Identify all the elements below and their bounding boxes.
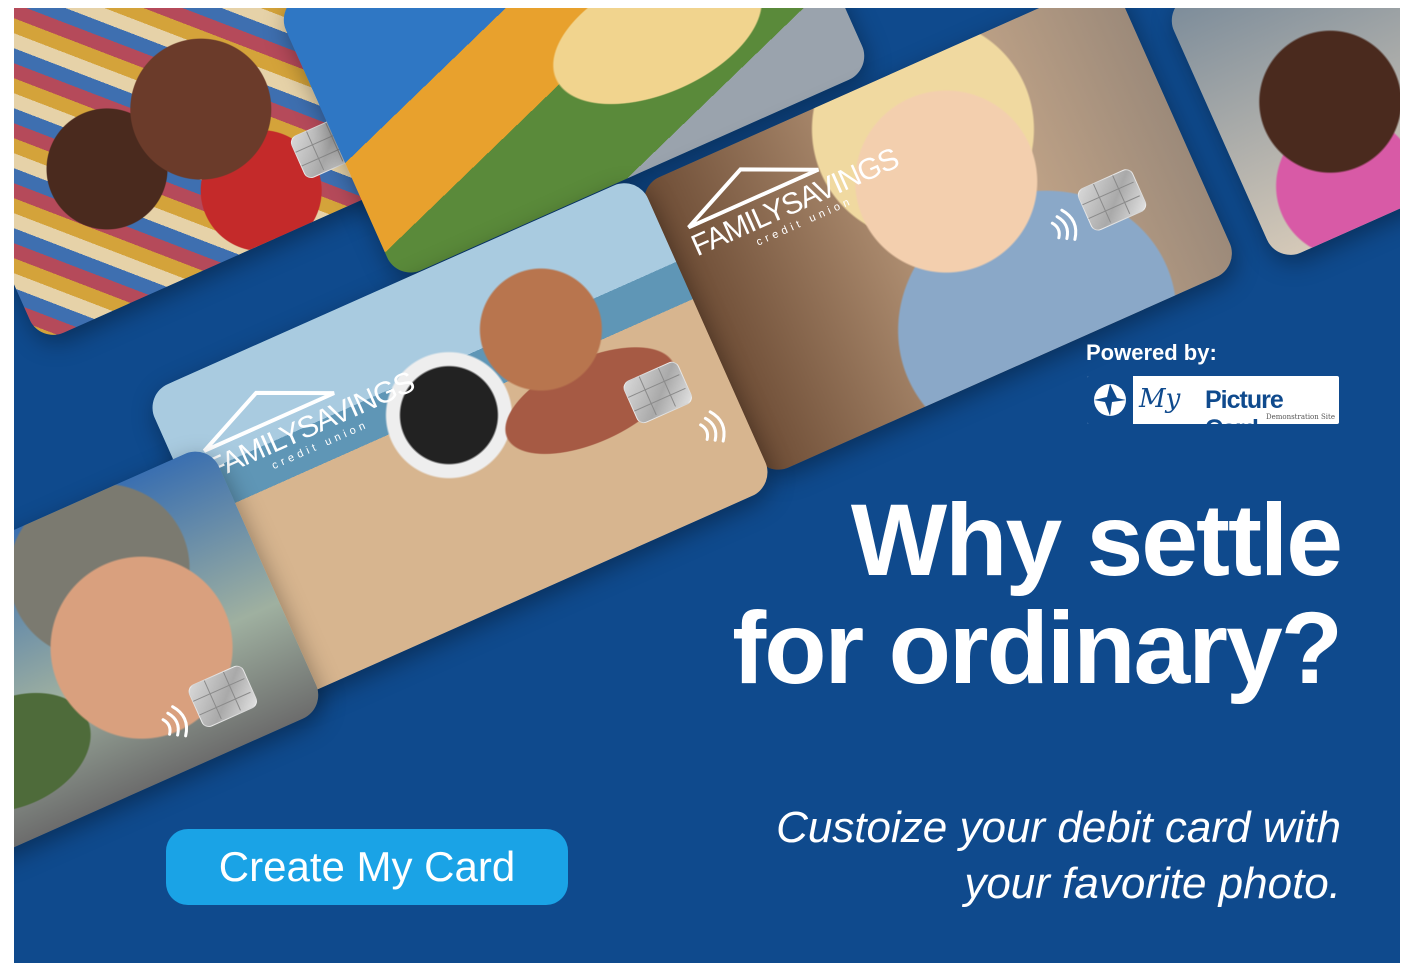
subheadline-line-1: Custoize your debit card with <box>776 803 1341 852</box>
subheadline-line-2: your favorite photo. <box>964 859 1341 908</box>
headline-line-1: Why settle <box>850 483 1343 597</box>
logo-caption: Demonstration Site <box>1265 413 1335 421</box>
logo-script-text: My <box>1139 384 1181 414</box>
headline: Why settle for ordinary? <box>581 483 1343 705</box>
aperture-icon <box>1087 376 1133 424</box>
headline-line-2: for ordinary? <box>732 591 1343 705</box>
subheadline: Custoize your debit card with your favor… <box>581 800 1341 912</box>
powered-by-label: Powered by: <box>1086 340 1217 365</box>
my-picture-card-logo: My Picture Card Demonstration Site <box>1087 376 1339 424</box>
create-my-card-button[interactable]: Create My Card <box>166 829 568 905</box>
